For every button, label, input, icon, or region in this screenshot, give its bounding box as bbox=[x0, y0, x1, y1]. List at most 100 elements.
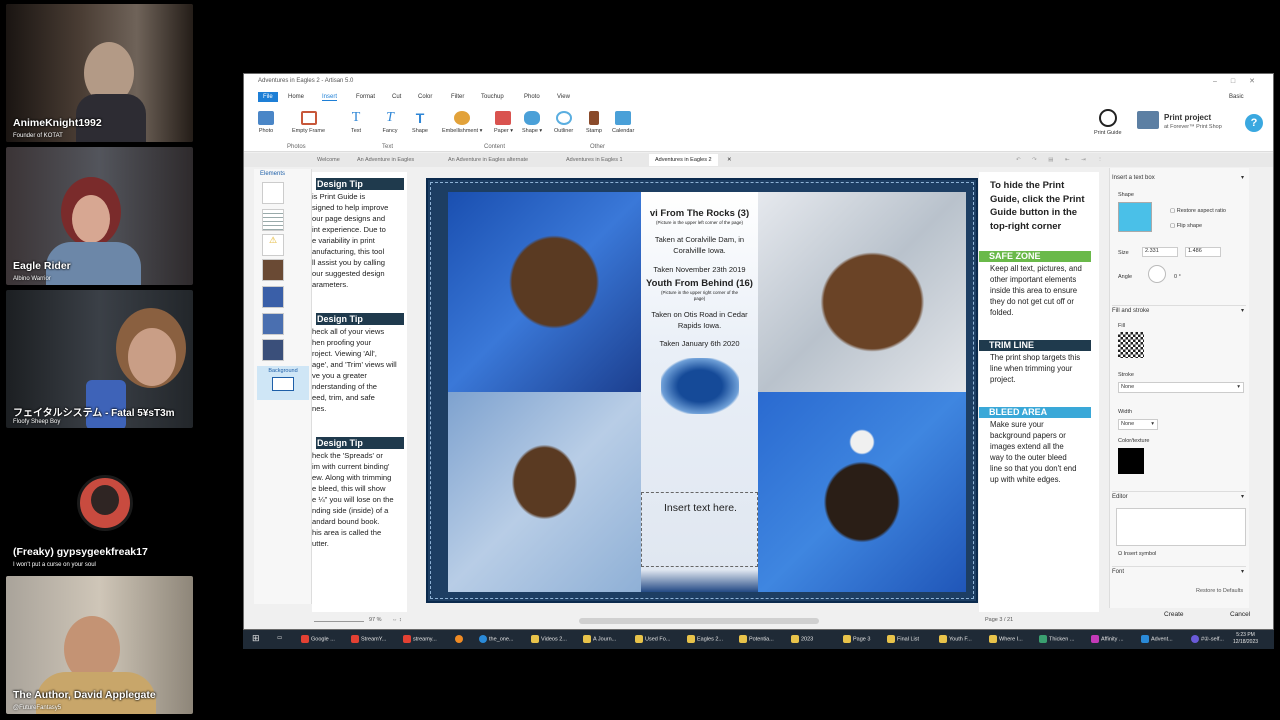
close-tab-icon[interactable]: ✕ bbox=[727, 157, 732, 163]
angle-dial[interactable] bbox=[1148, 265, 1166, 283]
windows-start-icon[interactable]: ⊞ bbox=[252, 633, 260, 644]
taskbar-item[interactable]: Eagles 2... bbox=[687, 635, 723, 643]
task-view-icon[interactable]: ▭ bbox=[277, 635, 282, 641]
tab-welcome[interactable]: Welcome bbox=[317, 157, 340, 163]
shape-button[interactable]: Shape ▾ bbox=[522, 111, 542, 134]
window-controls[interactable]: –□✕ bbox=[1213, 77, 1269, 85]
print-project-button[interactable]: Print project bbox=[1164, 113, 1211, 122]
editor-section[interactable]: Editor ▾ bbox=[1112, 491, 1246, 502]
element-thumb[interactable] bbox=[262, 339, 284, 361]
element-thumb[interactable] bbox=[262, 209, 284, 231]
zoom-level: 97 % bbox=[369, 617, 382, 623]
insert-text-box[interactable]: Insert text here. bbox=[641, 492, 758, 567]
embellishment-button[interactable]: Embellishment ▾ bbox=[442, 111, 482, 134]
menu-file[interactable]: File bbox=[258, 92, 278, 102]
menu-insert[interactable]: Insert bbox=[322, 94, 338, 101]
canvas-toolbar-icons[interactable]: ↶ ↷ ▤ ⇤ ⇥ ⋮ bbox=[1016, 157, 1108, 163]
fill-stroke-section[interactable]: Fill and stroke ▾ bbox=[1112, 305, 1246, 316]
taskbar-item[interactable]: Where I... bbox=[989, 635, 1023, 643]
stroke-select[interactable]: None ▾ bbox=[1118, 382, 1244, 393]
cancel-button[interactable]: Cancel bbox=[1230, 611, 1250, 618]
taskbar-item[interactable]: StreamY... bbox=[351, 635, 386, 643]
taskbar-item[interactable]: Used Fo... bbox=[635, 635, 670, 643]
restore-aspect-checkbox[interactable]: ▢ Restore aspect ratio bbox=[1170, 208, 1226, 214]
size-width-input[interactable]: 2.331 bbox=[1142, 247, 1178, 257]
taskbar-item[interactable]: Advent... bbox=[1141, 635, 1173, 643]
taskbar-item[interactable]: streamy... bbox=[403, 635, 437, 643]
insert-symbol-button[interactable]: Ω Insert symbol bbox=[1118, 551, 1156, 557]
warning-icon[interactable]: ⚠ bbox=[262, 234, 284, 256]
menu-filter[interactable]: Filter bbox=[451, 94, 464, 100]
width-select[interactable]: None ▾ bbox=[1118, 419, 1158, 430]
design-tip-title: Design Tip bbox=[316, 437, 404, 449]
horizontal-scrollbar[interactable] bbox=[579, 618, 819, 624]
eagle-photo-bottom-right[interactable] bbox=[758, 392, 966, 592]
shape-swatch[interactable] bbox=[1118, 202, 1152, 232]
empty-frame-button[interactable]: Empty Frame bbox=[292, 111, 325, 134]
element-thumb[interactable] bbox=[262, 259, 284, 281]
mode-select[interactable]: Basic bbox=[1229, 94, 1244, 100]
print-guide-button[interactable]: Print Guide bbox=[1094, 109, 1122, 136]
menu-format[interactable]: Format bbox=[356, 94, 375, 100]
outliner-button[interactable]: Outliner bbox=[554, 111, 573, 134]
taskbar-item[interactable]: Thicken ... bbox=[1039, 635, 1074, 643]
font-section[interactable]: Font ▾ bbox=[1112, 566, 1246, 577]
firefox-icon[interactable] bbox=[455, 635, 465, 643]
photo-button[interactable]: Photo bbox=[258, 111, 274, 134]
tab-adventure-eagles[interactable]: An Adventure in Eagles bbox=[357, 157, 414, 163]
participant-subtitle: I won't put a curse on your soul bbox=[13, 562, 96, 568]
taskbar-item[interactable]: Videos 2... bbox=[531, 635, 567, 643]
eagle-photo-top-left[interactable] bbox=[448, 192, 641, 392]
decorative-blue-diamond bbox=[661, 358, 739, 414]
paper-button[interactable]: Paper ▾ bbox=[494, 111, 513, 134]
caption-panel[interactable]: vi From The Rocks (3) (Picture in the up… bbox=[641, 192, 758, 592]
color-swatch[interactable] bbox=[1118, 448, 1144, 474]
system-clock[interactable]: 5:23 PM 12/18/2023 bbox=[1233, 632, 1258, 646]
fancy-text-button[interactable]: T Fancy bbox=[382, 111, 398, 135]
taskbar-item[interactable]: Affinity ... bbox=[1091, 635, 1124, 643]
bleed-area-label: BLEED AREA bbox=[979, 407, 1091, 418]
taskbar-item[interactable]: A Journ... bbox=[583, 635, 616, 643]
taskbar-item[interactable]: Youth F... bbox=[939, 635, 972, 643]
taskbar-item[interactable]: the_one... bbox=[479, 635, 513, 643]
element-thumb[interactable] bbox=[262, 286, 284, 308]
artisan-window: Adventures in Eagles 2 - Artisan 5.0 –□✕… bbox=[243, 73, 1274, 630]
insert-textbox-section[interactable]: Insert a text box ▾ bbox=[1112, 173, 1246, 184]
calendar-button[interactable]: Calendar bbox=[612, 111, 634, 134]
help-button[interactable]: ? bbox=[1245, 114, 1263, 132]
menu-touchup[interactable]: Touchup bbox=[481, 94, 504, 100]
taskbar-item[interactable]: Final List bbox=[887, 635, 919, 643]
title-bar: Adventures in Eagles 2 - Artisan 5.0 –□✕ bbox=[244, 74, 1273, 90]
shape-text-button[interactable]: T Shape bbox=[412, 111, 428, 134]
taskbar-item[interactable]: 2023 bbox=[791, 635, 813, 643]
menu-view[interactable]: View bbox=[557, 94, 570, 100]
menu-cut[interactable]: Cut bbox=[392, 94, 401, 100]
printer-icon bbox=[1137, 111, 1159, 129]
flip-shape-checkbox[interactable]: ▢ Flip shape bbox=[1170, 223, 1202, 229]
element-thumb[interactable] bbox=[262, 313, 284, 335]
menu-photo[interactable]: Photo bbox=[524, 94, 540, 100]
zoom-slider[interactable] bbox=[314, 621, 364, 622]
background-element[interactable]: Background bbox=[257, 366, 309, 400]
taskbar-item[interactable]: Page 3 bbox=[843, 635, 870, 643]
tab-adventure-alternate[interactable]: An Adventure in Eagles alternate bbox=[448, 157, 528, 163]
create-button[interactable]: Create bbox=[1164, 611, 1184, 618]
menu-home[interactable]: Home bbox=[288, 94, 304, 100]
taskbar-item[interactable]: Google ... bbox=[301, 635, 335, 643]
tab-adventures-1[interactable]: Adventures in Eagles 1 bbox=[566, 157, 623, 163]
element-thumb[interactable] bbox=[262, 182, 284, 204]
taskbar-item[interactable]: #②-self... bbox=[1191, 635, 1224, 643]
tab-adventures-2[interactable]: Adventures in Eagles 2 bbox=[649, 154, 718, 166]
fit-icon[interactable]: ⇔ ↕ bbox=[392, 617, 402, 623]
restore-defaults-button[interactable]: Restore to Defaults bbox=[1196, 588, 1243, 594]
text-editor[interactable] bbox=[1116, 508, 1246, 546]
eagle-photo-bottom-left[interactable] bbox=[448, 392, 641, 592]
eagle-photo-top-right[interactable] bbox=[758, 192, 966, 392]
text-button[interactable]: T Text bbox=[348, 111, 364, 135]
stamp-button[interactable]: Stamp bbox=[586, 111, 602, 134]
size-height-input[interactable]: 1.486 bbox=[1185, 247, 1221, 257]
taskbar-item[interactable]: Potentia... bbox=[739, 635, 774, 643]
fill-swatch[interactable] bbox=[1118, 332, 1144, 358]
windows-taskbar: ⊞ ▭ Google ... StreamY... streamy... the… bbox=[243, 630, 1274, 649]
menu-color[interactable]: Color bbox=[418, 94, 432, 100]
